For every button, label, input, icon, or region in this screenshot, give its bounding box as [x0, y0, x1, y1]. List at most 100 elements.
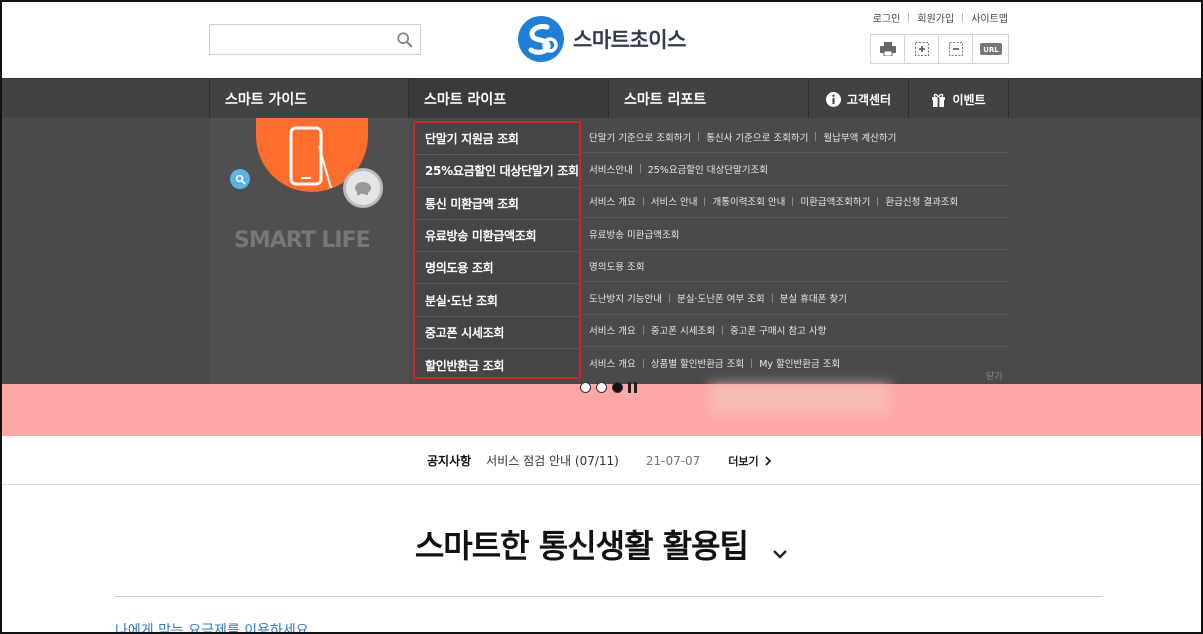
- smart-life-menu: 단말기 지원금 조회 25%요금할인 대상단말기 조회 통신 미환급액 조회 유…: [413, 121, 581, 379]
- banner-dot[interactable]: [596, 382, 607, 393]
- banner-dot[interactable]: [580, 382, 591, 393]
- divider: [642, 358, 644, 368]
- search-box: [209, 24, 421, 55]
- chevron-down-icon[interactable]: [772, 529, 788, 567]
- submenu-row: 명의도용 조회: [583, 250, 1008, 283]
- more-button[interactable]: 더보기: [728, 453, 772, 469]
- phone-icon: [289, 126, 335, 196]
- login-link[interactable]: 로그인: [873, 10, 901, 25]
- event-label: 이벤트: [952, 92, 986, 107]
- url-icon: URL: [979, 43, 1002, 55]
- divider: [792, 196, 794, 206]
- nav-smart-report[interactable]: 스마트 리포트: [609, 79, 809, 119]
- search-icon[interactable]: [396, 31, 414, 49]
- submenu-link[interactable]: 미환급액조회하기: [800, 194, 870, 208]
- submenu-links: 단말기 기준으로 조회하기 통신사 기준으로 조회하기 월납부액 계산하기 서비…: [583, 121, 1008, 379]
- nav-event[interactable]: 이벤트: [909, 79, 1009, 119]
- submenu-link[interactable]: 분실 휴대폰 찾기: [780, 291, 847, 305]
- nav-label: 스마트 라이프: [424, 92, 507, 108]
- url-copy-button[interactable]: URL: [973, 35, 1008, 63]
- close-menu-button[interactable]: 닫기: [986, 369, 1003, 382]
- signup-link[interactable]: 회원가입: [917, 10, 954, 25]
- submenu-link[interactable]: 월납부액 계산하기: [823, 130, 896, 144]
- banner-pager: [580, 382, 637, 393]
- submenu-link[interactable]: 통신사 기준으로 조회하기: [706, 130, 808, 144]
- nav-customer-center[interactable]: 고객센터: [809, 79, 909, 119]
- search-input[interactable]: [210, 25, 390, 54]
- divider: [721, 325, 723, 335]
- submenu-link[interactable]: My 할인반환금 조회: [759, 356, 840, 370]
- submenu-row: 서비스 개요 중고폰 시세조회 중고폰 구매시 참고 사항: [583, 315, 1008, 348]
- notice-bar: 공지사항 서비스 점검 안내 (07/11) 21-07-07 더보기: [0, 436, 1203, 485]
- main-nav: 스마트 가이드 스마트 라이프 스마트 리포트 고객센터 이벤트: [0, 78, 1203, 119]
- menu-item-device-subsidy[interactable]: 단말기 지원금 조회: [415, 123, 579, 156]
- submenu-link[interactable]: 명의도용 조회: [589, 259, 644, 273]
- divider: [751, 358, 753, 368]
- logo-icon: [518, 16, 564, 62]
- gift-icon: [931, 92, 946, 107]
- submenu-row: 도난방지 기능안내 분실·도난폰 여부 조회 분실 휴대폰 찾기: [583, 282, 1008, 315]
- submenu-link[interactable]: 중고폰 구매시 참고 사항: [730, 323, 826, 337]
- menu-item-identity-theft[interactable]: 명의도용 조회: [415, 252, 579, 285]
- piggy-bank-icon: [343, 168, 383, 208]
- plan-tip-link[interactable]: 나에게 맞는 요금제를 이용하세요: [115, 620, 309, 634]
- site-logo[interactable]: 스마트초이스: [517, 15, 686, 63]
- submenu-link[interactable]: 서비스 안내: [651, 194, 698, 208]
- nav-smart-guide[interactable]: 스마트 가이드: [209, 79, 409, 119]
- banner-dot-active[interactable]: [612, 382, 623, 393]
- divider: [771, 293, 773, 303]
- divider: [642, 325, 644, 335]
- divider: [698, 132, 700, 142]
- submenu-link[interactable]: 서비스 개요: [589, 194, 636, 208]
- notice-link[interactable]: 서비스 점검 안내 (07/11): [486, 452, 619, 469]
- nav-smart-life[interactable]: 스마트 라이프: [409, 79, 609, 119]
- submenu-link[interactable]: 중고폰 시세조회: [651, 323, 715, 337]
- smart-life-promo: SMART LIFE: [209, 118, 409, 384]
- section-divider: [115, 596, 1102, 597]
- info-icon: [825, 91, 841, 107]
- submenu-row: 서비스 개요 상품별 할인반환금 조회 My 할인반환금 조회: [583, 347, 1008, 379]
- section-title: 스마트한 통신생활 활용팁: [414, 527, 749, 565]
- submenu-link[interactable]: 환급신청 결과조회: [885, 194, 958, 208]
- divider: [639, 164, 641, 174]
- submenu-link[interactable]: 서비스 개요: [589, 356, 636, 370]
- submenu-link[interactable]: 분실·도난폰 여부 조회: [677, 291, 765, 305]
- divider: [815, 132, 817, 142]
- divider: [908, 13, 910, 22]
- pause-icon[interactable]: [628, 382, 637, 393]
- zoom-out-icon: [948, 42, 963, 56]
- submenu-link[interactable]: 개통이력조회 안내: [712, 194, 785, 208]
- logo-text: 스마트초이스: [573, 28, 686, 52]
- submenu-link[interactable]: 유료방송 미환급액조회: [589, 227, 679, 241]
- divider: [668, 293, 670, 303]
- submenu-link[interactable]: 도난방지 기능안내: [589, 291, 662, 305]
- zoom-in-button[interactable]: [905, 35, 939, 63]
- submenu-link[interactable]: 상품별 할인반환금 조회: [651, 356, 744, 370]
- notice-content: 공지사항 서비스 점검 안내 (07/11) 21-07-07 더보기: [427, 436, 773, 485]
- divider: [704, 196, 706, 206]
- more-label: 더보기: [728, 454, 759, 468]
- submenu-link[interactable]: 단말기 기준으로 조회하기: [589, 130, 691, 144]
- submenu-row: 서비스안내 25%요금할인 대상단말기조회: [583, 153, 1008, 186]
- menu-item-25-discount-devices[interactable]: 25%요금할인 대상단말기 조회: [415, 155, 579, 188]
- chevron-right-icon: [765, 455, 771, 466]
- menu-item-lost-stolen[interactable]: 분실·도난 조회: [415, 284, 579, 317]
- menu-item-paytv-refund[interactable]: 유료방송 미환급액조회: [415, 220, 579, 253]
- menu-item-telecom-refund[interactable]: 통신 미환급액 조회: [415, 188, 579, 220]
- print-icon: [879, 42, 896, 56]
- divider: [642, 196, 644, 206]
- submenu-link[interactable]: 서비스 개요: [589, 323, 636, 337]
- notice-title: 공지사항: [427, 454, 472, 468]
- menu-item-used-phone-price[interactable]: 중고폰 시세조회: [415, 317, 579, 350]
- submenu-link[interactable]: 서비스안내: [589, 162, 633, 176]
- url-icon-label: URL: [983, 46, 999, 54]
- sitemap-link[interactable]: 사이트맵: [971, 10, 1008, 25]
- nav-label: 스마트 가이드: [225, 92, 308, 108]
- banner-image: [710, 384, 890, 414]
- submenu-link[interactable]: 25%요금할인 대상단말기조회: [648, 162, 768, 176]
- nav-label: 스마트 리포트: [624, 92, 707, 108]
- print-button[interactable]: [871, 35, 905, 63]
- zoom-out-button[interactable]: [939, 35, 973, 63]
- submenu-row: 서비스 개요 서비스 안내 개통이력조회 안내 미환급액조회하기 환급신청 결과…: [583, 186, 1008, 218]
- menu-item-discount-return[interactable]: 할인반환금 조회: [415, 349, 579, 381]
